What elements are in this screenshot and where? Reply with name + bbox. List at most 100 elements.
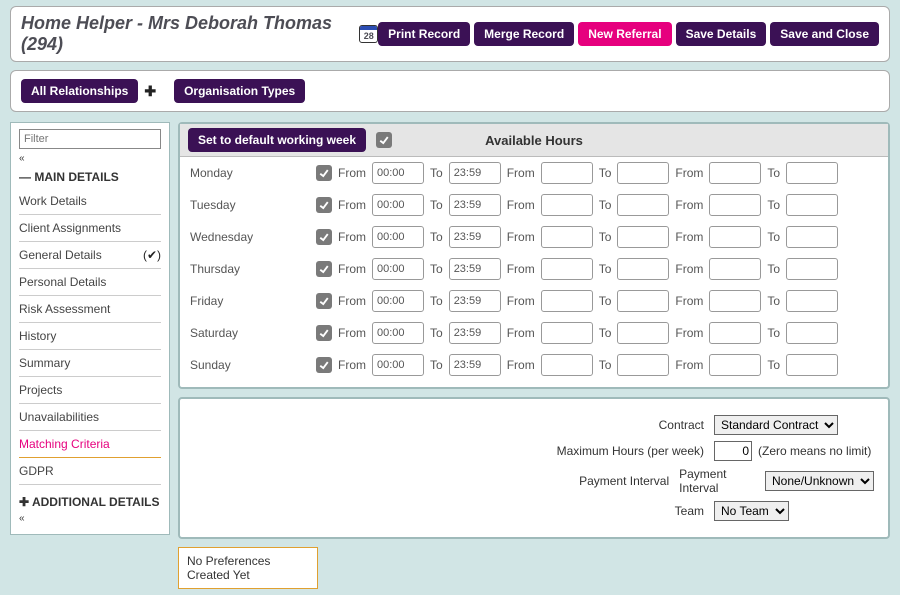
from-input-1[interactable] (372, 226, 424, 248)
contract-panel: Contract Standard Contract Maximum Hours… (178, 397, 890, 539)
sidebar-item-matching-criteria[interactable]: Matching Criteria (19, 431, 161, 458)
payment-interval-select[interactable]: None/Unknown (765, 471, 874, 491)
sidebar-item-general-details[interactable]: General Details (✔) (19, 242, 161, 269)
to-input-1[interactable] (449, 290, 501, 312)
to-input-3[interactable] (786, 354, 838, 376)
set-default-week-button[interactable]: Set to default working week (188, 128, 366, 152)
sidebar-item-personal-details[interactable]: Personal Details (19, 269, 161, 296)
time-slot: FromTo (675, 290, 838, 312)
sidebar-item-gdpr[interactable]: GDPR (19, 458, 161, 485)
sidebar-item-history[interactable]: History (19, 323, 161, 350)
from-label: From (675, 198, 703, 212)
additional-details-heading[interactable]: ✚ ADDITIONAL DETAILS (19, 495, 161, 509)
time-slot: FromTo (675, 258, 838, 280)
day-enabled-checkbox[interactable] (316, 325, 332, 341)
sidebar-item-work-details[interactable]: Work Details (19, 188, 161, 215)
save-close-button[interactable]: Save and Close (770, 22, 879, 46)
from-input-3[interactable] (709, 322, 761, 344)
to-input-2[interactable] (617, 194, 669, 216)
collapse-icon[interactable]: « (19, 153, 161, 164)
to-input-1[interactable] (449, 226, 501, 248)
time-slot: FromTo (338, 258, 501, 280)
from-label: From (338, 166, 366, 180)
from-input-1[interactable] (372, 290, 424, 312)
to-label: To (599, 198, 612, 212)
merge-record-button[interactable]: Merge Record (474, 22, 574, 46)
no-preferences-notice: No Preferences Created Yet (178, 547, 318, 589)
from-input-2[interactable] (541, 226, 593, 248)
organisation-types-button[interactable]: Organisation Types (174, 79, 305, 103)
from-label: From (507, 294, 535, 308)
to-input-2[interactable] (617, 258, 669, 280)
to-input-3[interactable] (786, 194, 838, 216)
to-input-2[interactable] (617, 290, 669, 312)
from-input-1[interactable] (372, 322, 424, 344)
to-input-1[interactable] (449, 354, 501, 376)
day-enabled-checkbox[interactable] (316, 293, 332, 309)
to-label: To (430, 326, 443, 340)
sidebar-item-unavailabilities[interactable]: Unavailabilities (19, 404, 161, 431)
day-enabled-checkbox[interactable] (316, 165, 332, 181)
to-input-3[interactable] (786, 162, 838, 184)
to-input-3[interactable] (786, 258, 838, 280)
from-input-1[interactable] (372, 258, 424, 280)
calendar-icon[interactable]: 28 (359, 25, 378, 43)
max-hours-input[interactable] (714, 441, 752, 461)
to-input-2[interactable] (617, 322, 669, 344)
from-input-2[interactable] (541, 258, 593, 280)
team-label: Team (194, 504, 714, 518)
print-record-button[interactable]: Print Record (378, 22, 470, 46)
day-name: Saturday (190, 326, 310, 340)
time-slot: FromTo (507, 322, 670, 344)
toggle-all-days-checkbox[interactable] (376, 132, 392, 148)
sidebar-item-label: Personal Details (19, 275, 106, 289)
from-input-1[interactable] (372, 354, 424, 376)
from-input-3[interactable] (709, 290, 761, 312)
sidebar-item-projects[interactable]: Projects (19, 377, 161, 404)
from-input-3[interactable] (709, 162, 761, 184)
to-input-3[interactable] (786, 290, 838, 312)
to-input-1[interactable] (449, 258, 501, 280)
to-input-3[interactable] (786, 226, 838, 248)
to-input-1[interactable] (449, 322, 501, 344)
day-enabled-checkbox[interactable] (316, 229, 332, 245)
to-input-2[interactable] (617, 226, 669, 248)
team-select[interactable]: No Team (714, 501, 789, 521)
time-slot: FromTo (507, 354, 670, 376)
to-label: To (430, 230, 443, 244)
to-input-1[interactable] (449, 194, 501, 216)
from-input-3[interactable] (709, 354, 761, 376)
sidebar-item-risk-assessment[interactable]: Risk Assessment (19, 296, 161, 323)
day-enabled-checkbox[interactable] (316, 357, 332, 373)
from-input-1[interactable] (372, 194, 424, 216)
sidebar-item-client-assignments[interactable]: Client Assignments (19, 215, 161, 242)
save-details-button[interactable]: Save Details (676, 22, 767, 46)
filter-input[interactable] (19, 129, 161, 149)
to-label: To (767, 294, 780, 308)
from-label: From (675, 326, 703, 340)
to-input-1[interactable] (449, 162, 501, 184)
add-relationship-icon[interactable]: ✚ (144, 83, 156, 100)
to-input-2[interactable] (617, 354, 669, 376)
collapse-icon[interactable]: « (19, 513, 161, 524)
from-input-2[interactable] (541, 290, 593, 312)
to-input-2[interactable] (617, 162, 669, 184)
day-row: MondayFromToFromToFromTo (180, 157, 888, 189)
from-input-3[interactable] (709, 226, 761, 248)
from-input-1[interactable] (372, 162, 424, 184)
from-input-2[interactable] (541, 354, 593, 376)
from-input-2[interactable] (541, 194, 593, 216)
to-input-3[interactable] (786, 322, 838, 344)
day-enabled-checkbox[interactable] (316, 197, 332, 213)
contract-select[interactable]: Standard Contract (714, 415, 838, 435)
from-input-3[interactable] (709, 258, 761, 280)
all-relationships-button[interactable]: All Relationships (21, 79, 138, 103)
from-input-2[interactable] (541, 162, 593, 184)
from-input-3[interactable] (709, 194, 761, 216)
main-details-heading[interactable]: — MAIN DETAILS (19, 170, 161, 184)
day-enabled-checkbox[interactable] (316, 261, 332, 277)
sidebar-item-summary[interactable]: Summary (19, 350, 161, 377)
new-referral-button[interactable]: New Referral (578, 22, 671, 46)
from-input-2[interactable] (541, 322, 593, 344)
sidebar-item-label: Summary (19, 356, 70, 370)
